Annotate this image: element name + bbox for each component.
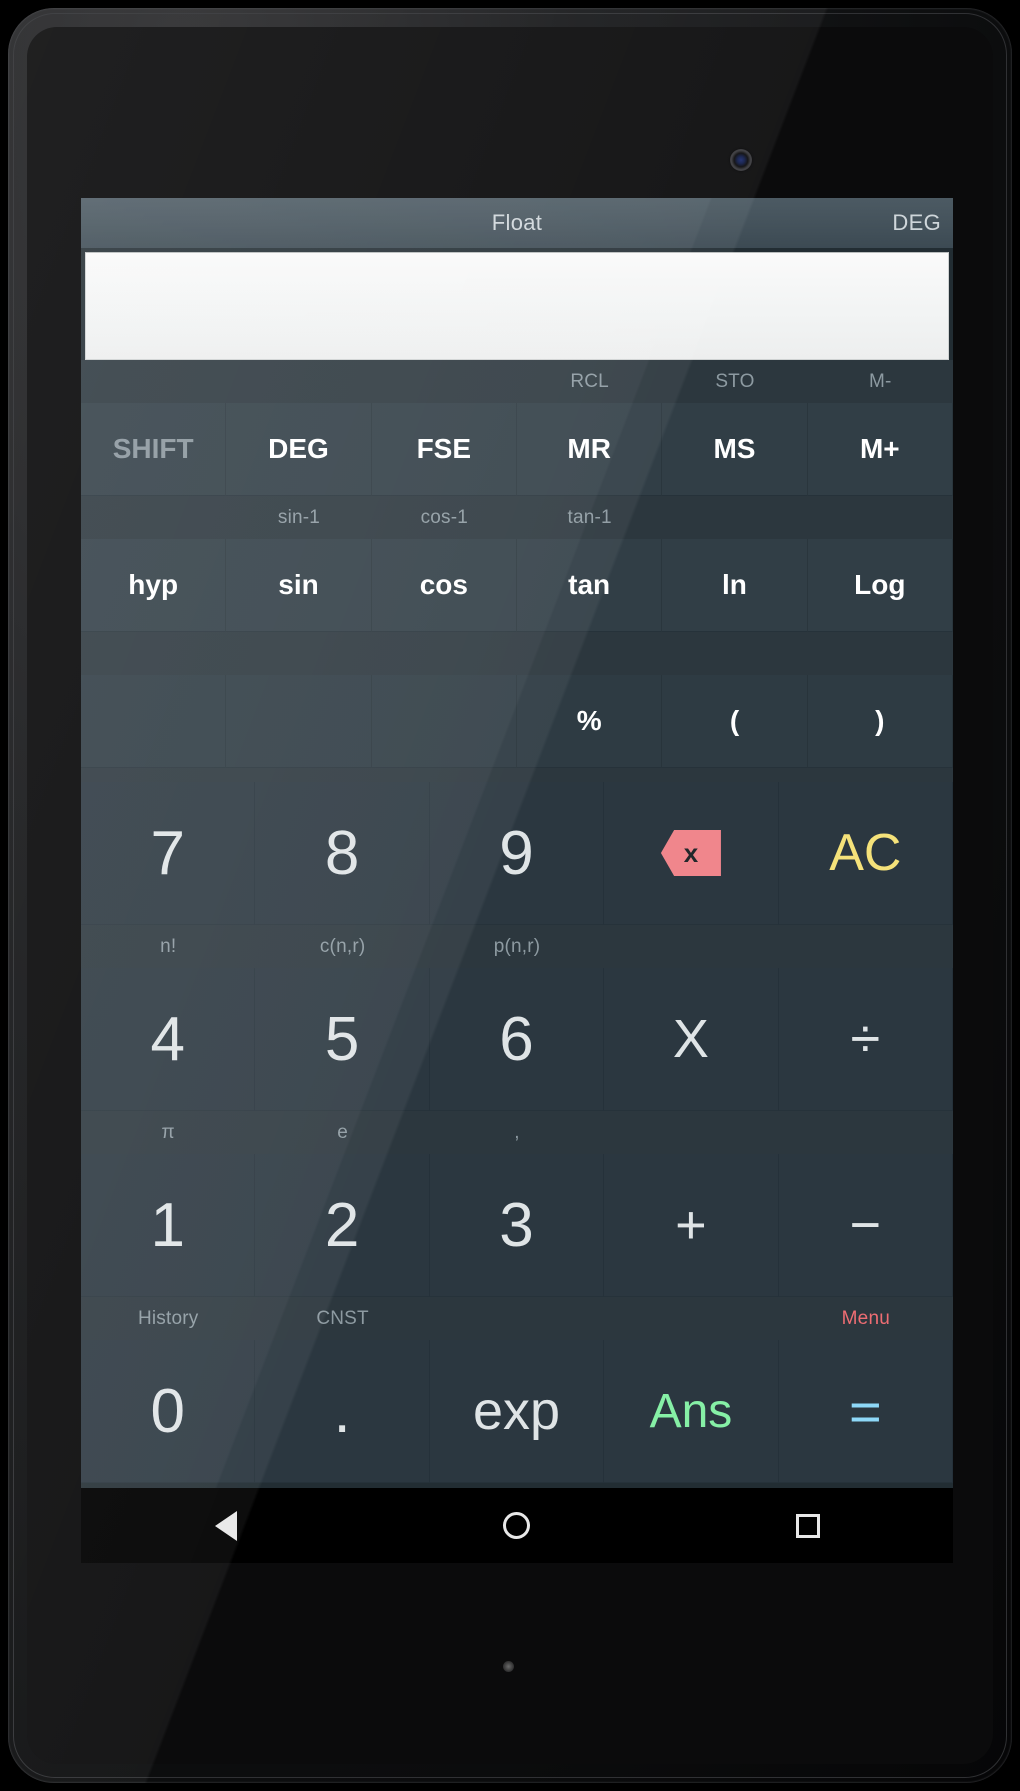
nav-home-button[interactable] [491, 1500, 543, 1552]
key-1[interactable]: 1 [81, 1154, 256, 1297]
num-alt-row-2: π e , [81, 1111, 953, 1154]
key-2[interactable]: 2 [255, 1154, 430, 1297]
alt-label-factorial: n! [160, 936, 177, 957]
alt-label-acos: cos-1 [420, 507, 469, 528]
alt-label-sto: STO [715, 371, 755, 392]
key-exp[interactable]: exp [429, 1340, 605, 1483]
nav-recents-button[interactable] [782, 1500, 834, 1552]
home-circle-icon [503, 1512, 531, 1539]
front-camera-icon [730, 149, 752, 171]
key-9[interactable]: 9 [429, 782, 605, 925]
alt-label-permutation: p(n,r) [493, 936, 541, 957]
key-ans[interactable]: Ans [604, 1340, 779, 1483]
num-button-row-123: 1 2 3 + − [81, 1154, 953, 1297]
key-blank-1[interactable] [81, 675, 227, 768]
num-alt-row-3: History CNST Menu [81, 1297, 953, 1340]
key-sin[interactable]: sin [226, 539, 372, 632]
key-ms[interactable]: MS [662, 403, 808, 496]
key-minus[interactable]: − [778, 1154, 953, 1297]
recents-square-icon [795, 1513, 820, 1538]
num-alt-row-0 [81, 768, 953, 782]
paren-button-row: % ( ) [81, 675, 953, 768]
nav-back-button[interactable] [200, 1500, 252, 1552]
alt-label-cnst: CNST [316, 1308, 369, 1329]
key-shift[interactable]: SHIFT [81, 403, 227, 496]
key-fse[interactable]: FSE [371, 403, 517, 496]
key-percent[interactable]: % [516, 675, 663, 768]
alt-label-e: e [337, 1122, 348, 1143]
backspace-icon: x [660, 830, 721, 876]
key-equals[interactable]: = [778, 1340, 953, 1483]
key-backspace[interactable]: x [604, 782, 779, 925]
alt-label-pi: π [161, 1122, 175, 1143]
key-log[interactable]: Log [807, 539, 953, 632]
key-hyp[interactable]: hyp [81, 539, 227, 632]
memory-alt-label-row: RCL STO M- [81, 360, 953, 403]
calculator-app-screen: Float DEG RCL STO M- SHIFT DEG FSE MR MS… [81, 198, 953, 1488]
alt-label-asin: sin-1 [277, 507, 321, 528]
key-paren-open[interactable]: ( [662, 675, 808, 768]
key-3[interactable]: 3 [429, 1154, 605, 1297]
key-4[interactable]: 4 [81, 968, 256, 1111]
key-tan[interactable]: tan [516, 539, 663, 632]
key-7[interactable]: 7 [81, 782, 256, 925]
trig-alt-label-row: sin-1 cos-1 tan-1 [81, 496, 953, 539]
key-deg[interactable]: DEG [226, 403, 372, 496]
key-0[interactable]: 0 [81, 1340, 256, 1483]
trig-button-row: hyp sin cos tan ln Log [81, 539, 953, 632]
key-paren-close[interactable]: ) [807, 675, 953, 768]
number-format-indicator[interactable]: Float [81, 198, 953, 248]
key-8[interactable]: 8 [255, 782, 430, 925]
key-5[interactable]: 5 [255, 968, 430, 1111]
key-ln[interactable]: ln [662, 539, 808, 632]
key-blank-2[interactable] [226, 675, 372, 768]
alt-label-combination: c(n,r) [319, 936, 366, 957]
num-button-row-789: 7 8 9 x AC [81, 782, 953, 925]
android-navigation-bar [81, 1488, 953, 1563]
key-decimal-point[interactable]: . [255, 1340, 430, 1483]
alt-label-rcl: RCL [570, 371, 609, 392]
alt-label-menu: Menu [841, 1308, 890, 1329]
key-m-plus[interactable]: M+ [807, 403, 953, 496]
backspace-x-glyph: x [683, 838, 699, 868]
alt-label-history: History [137, 1308, 199, 1329]
num-button-row-456: 4 5 6 X ÷ [81, 968, 953, 1111]
alt-label-atan: tan-1 [567, 507, 612, 528]
tablet-device: Float DEG RCL STO M- SHIFT DEG FSE MR MS… [8, 8, 1012, 1783]
key-6[interactable]: 6 [429, 968, 605, 1111]
device-indicator-light [503, 1661, 514, 1672]
keypad: RCL STO M- SHIFT DEG FSE MR MS M+ sin-1 … [81, 360, 953, 1483]
calculator-display[interactable] [85, 252, 949, 360]
alt-label-mminus: M- [869, 371, 892, 392]
key-cos[interactable]: cos [371, 539, 517, 632]
paren-alt-label-row [81, 632, 953, 675]
num-alt-row-1: n! c(n,r) p(n,r) [81, 925, 953, 968]
mode-bar: Float DEG [81, 198, 953, 248]
memory-button-row: SHIFT DEG FSE MR MS M+ [81, 403, 953, 496]
key-mr[interactable]: MR [516, 403, 663, 496]
key-multiply[interactable]: X [604, 968, 779, 1111]
num-button-row-0: 0 . exp Ans = [81, 1340, 953, 1483]
angle-unit-indicator[interactable]: DEG [892, 198, 941, 248]
key-divide[interactable]: ÷ [778, 968, 953, 1111]
key-plus[interactable]: + [604, 1154, 779, 1297]
key-ac[interactable]: AC [778, 782, 953, 925]
alt-label-comma: , [514, 1122, 520, 1143]
key-blank-3[interactable] [371, 675, 517, 768]
back-triangle-icon [215, 1510, 238, 1541]
